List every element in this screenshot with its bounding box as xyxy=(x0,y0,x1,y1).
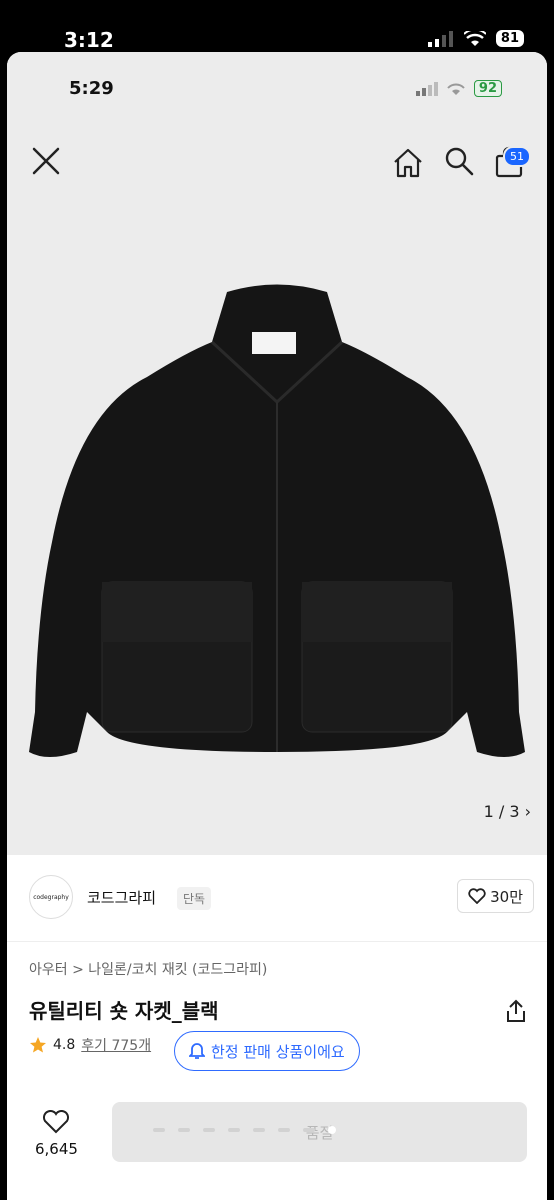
inner-battery-indicator: 92 xyxy=(473,80,502,97)
home-icon[interactable] xyxy=(392,148,424,178)
page-dot xyxy=(278,1128,290,1132)
cart-count-badge: 51 xyxy=(503,146,531,167)
search-icon[interactable] xyxy=(444,146,474,176)
page-dot xyxy=(303,1128,315,1132)
brand-row[interactable]: codegraphy 코드그라피 단독 30만 xyxy=(29,875,534,921)
page-dot xyxy=(153,1128,165,1132)
limited-sale-label: 한정 판매 상품이에요 xyxy=(211,1042,345,1061)
limited-sale-chip[interactable]: 한정 판매 상품이에요 xyxy=(174,1031,360,1071)
share-icon[interactable] xyxy=(505,999,527,1023)
breadcrumb[interactable]: 아우터 > 나일론/코치 재킷 (코드그라피) xyxy=(29,959,267,979)
heart-icon xyxy=(468,888,486,904)
page-dot xyxy=(253,1128,265,1132)
battery-indicator: 81 xyxy=(495,30,524,47)
inner-wifi-icon xyxy=(447,83,465,95)
heart-icon xyxy=(43,1110,70,1134)
wishlist-button[interactable]: 6,645 xyxy=(35,1110,78,1158)
brand-like-button[interactable]: 30만 xyxy=(457,879,534,913)
product-title: 유틸리티 숏 자켓_블랙 xyxy=(29,999,219,1023)
app-sheet: 5:29 92 51 1 / 3 › codegraphy 코드그라피 단독 3… xyxy=(7,52,547,1200)
page-dot-active xyxy=(328,1126,336,1134)
inner-signal-icon xyxy=(415,81,438,96)
star-icon xyxy=(30,1037,46,1053)
page-dot xyxy=(228,1128,240,1132)
bell-icon xyxy=(189,1043,205,1059)
signal-icon xyxy=(427,30,453,47)
product-image-area[interactable]: 5:29 92 51 1 / 3 › xyxy=(7,52,547,855)
image-counter[interactable]: 1 / 3 › xyxy=(484,802,531,821)
brand-logo: codegraphy xyxy=(29,875,73,919)
divider xyxy=(7,941,547,942)
product-topbar xyxy=(7,144,547,188)
inner-status-time: 5:29 xyxy=(69,78,114,99)
brand-like-count: 30만 xyxy=(490,887,523,906)
page-dot xyxy=(203,1128,215,1132)
wishlist-count: 6,645 xyxy=(35,1140,78,1158)
chevron-right-icon: › xyxy=(524,802,531,821)
bottom-action-bar: 6,645 품절 xyxy=(7,1100,547,1200)
status-time: 3:12 xyxy=(64,28,114,52)
review-link[interactable]: 후기 775개 xyxy=(81,1035,151,1055)
product-jacket-image xyxy=(29,284,525,757)
product-info: codegraphy 코드그라피 단독 30만 아우터 > 나일론/코치 재킷 … xyxy=(7,855,547,1200)
device-status-bar: 3:12 81 xyxy=(0,0,554,52)
app-status-bar: 5:29 92 xyxy=(7,74,547,104)
exclusive-badge: 단독 xyxy=(177,887,212,910)
wifi-icon xyxy=(463,30,486,46)
page-dot xyxy=(178,1128,190,1132)
rating-value: 4.8 xyxy=(53,1037,76,1053)
page-indicator xyxy=(153,1126,336,1134)
close-icon[interactable] xyxy=(29,144,63,178)
rating-row: 4.8 후기 775개 xyxy=(29,1035,151,1055)
brand-name[interactable]: 코드그라피 xyxy=(87,887,156,908)
